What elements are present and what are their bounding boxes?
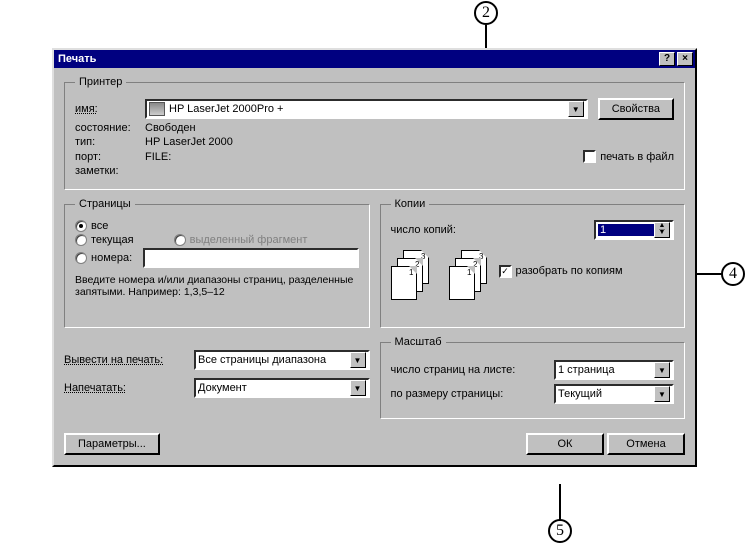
- copies-legend: Копии: [391, 198, 430, 210]
- fit-combo[interactable]: Текущий ▼: [554, 384, 674, 404]
- dialog-title: Печать: [56, 53, 657, 65]
- close-button[interactable]: ×: [677, 52, 693, 66]
- printer-name-label: имя:: [75, 103, 145, 115]
- status-label: состояние:: [75, 122, 145, 134]
- ok-button[interactable]: ОК: [526, 433, 604, 455]
- fit-label: по размеру страницы:: [391, 388, 555, 400]
- output-what-value: Документ: [198, 382, 247, 394]
- pages-legend: Страницы: [75, 198, 135, 210]
- callout-4: 4: [721, 262, 745, 286]
- pages-all-label: все: [91, 220, 108, 232]
- copies-count-label: число копий:: [391, 224, 595, 236]
- radio-dot-icon: [75, 252, 87, 264]
- notes-label: заметки:: [75, 165, 145, 177]
- print-to-file-label: печать в файл: [600, 151, 674, 163]
- radio-dot-icon: [75, 234, 87, 246]
- help-button[interactable]: ?: [659, 52, 675, 66]
- type-value: HP LaserJet 2000: [145, 136, 233, 148]
- pages-selection-label: выделенный фрагмент: [190, 234, 308, 246]
- port-label: порт:: [75, 151, 145, 163]
- checkbox-box-icon: ✓: [499, 265, 512, 278]
- callout-line-5: [559, 484, 561, 520]
- dropdown-icon[interactable]: ▼: [654, 362, 670, 378]
- pages-all-radio[interactable]: все: [75, 220, 108, 232]
- print-dialog: Печать ? × Принтер имя: HP LaserJet 2000…: [52, 48, 697, 467]
- copies-count-value: 1: [598, 224, 654, 236]
- pages-selection-radio: выделенный фрагмент: [174, 234, 308, 246]
- output-print-value: Все страницы диапазона: [198, 354, 326, 366]
- fit-value: Текущий: [558, 388, 602, 400]
- pages-current-radio[interactable]: текущая: [75, 234, 134, 246]
- collate-checkbox[interactable]: ✓ разобрать по копиям: [499, 265, 623, 278]
- output-print-label: Вывести на печать:: [64, 354, 194, 366]
- pages-numbers-label: номера:: [91, 252, 132, 264]
- spinner-buttons-icon[interactable]: ▲▼: [654, 222, 670, 238]
- output-print-combo[interactable]: Все страницы диапазона ▼: [194, 350, 370, 370]
- dropdown-icon[interactable]: ▼: [350, 352, 366, 368]
- output-what-label: Напечатать:: [64, 382, 194, 394]
- dropdown-icon[interactable]: ▼: [568, 101, 584, 117]
- pages-current-label: текущая: [91, 234, 134, 246]
- type-label: тип:: [75, 136, 145, 148]
- scale-legend: Масштаб: [391, 336, 446, 348]
- per-sheet-combo[interactable]: 1 страница ▼: [554, 360, 674, 380]
- printer-name-combo[interactable]: HP LaserJet 2000Pro + ▼: [145, 99, 588, 119]
- per-sheet-value: 1 страница: [558, 364, 615, 376]
- titlebar: Печать ? ×: [54, 50, 695, 68]
- pages-hint: Введите номера и/или диапазоны страниц, …: [75, 274, 359, 298]
- collate-label: разобрать по копиям: [516, 265, 623, 277]
- pages-numbers-input[interactable]: [143, 248, 359, 268]
- scale-group: Масштаб число страниц на листе: 1 страни…: [380, 336, 686, 419]
- options-button[interactable]: Параметры...: [64, 433, 160, 455]
- radio-dot-icon: [75, 220, 87, 232]
- print-to-file-checkbox[interactable]: печать в файл: [583, 150, 674, 163]
- dropdown-icon[interactable]: ▼: [350, 380, 366, 396]
- checkbox-box-icon: [583, 150, 596, 163]
- callout-5: 5: [548, 519, 572, 543]
- copies-count-spinner[interactable]: 1 ▲▼: [594, 220, 674, 240]
- per-sheet-label: число страниц на листе:: [391, 364, 555, 376]
- cancel-button[interactable]: Отмена: [607, 433, 685, 455]
- status-value: Свободен: [145, 122, 196, 134]
- printer-name-value: HP LaserJet 2000Pro +: [169, 103, 283, 115]
- pages-numbers-radio[interactable]: номера:: [75, 252, 143, 264]
- callout-2: 2: [474, 1, 498, 25]
- radio-dot-icon: [174, 234, 186, 246]
- printer-group: Принтер имя: HP LaserJet 2000Pro + ▼ Сво…: [64, 76, 685, 190]
- printer-legend: Принтер: [75, 76, 126, 88]
- output-what-combo[interactable]: Документ ▼: [194, 378, 370, 398]
- collate-illustration: 3 2 1 3 2 1: [391, 250, 489, 300]
- dropdown-icon[interactable]: ▼: [654, 386, 670, 402]
- pages-group: Страницы все текущая: [64, 198, 370, 328]
- copies-group: Копии число копий: 1 ▲▼ 3 2: [380, 198, 686, 328]
- printer-icon: [149, 102, 165, 116]
- port-value: FILE:: [145, 151, 583, 163]
- properties-button[interactable]: Свойства: [598, 98, 674, 120]
